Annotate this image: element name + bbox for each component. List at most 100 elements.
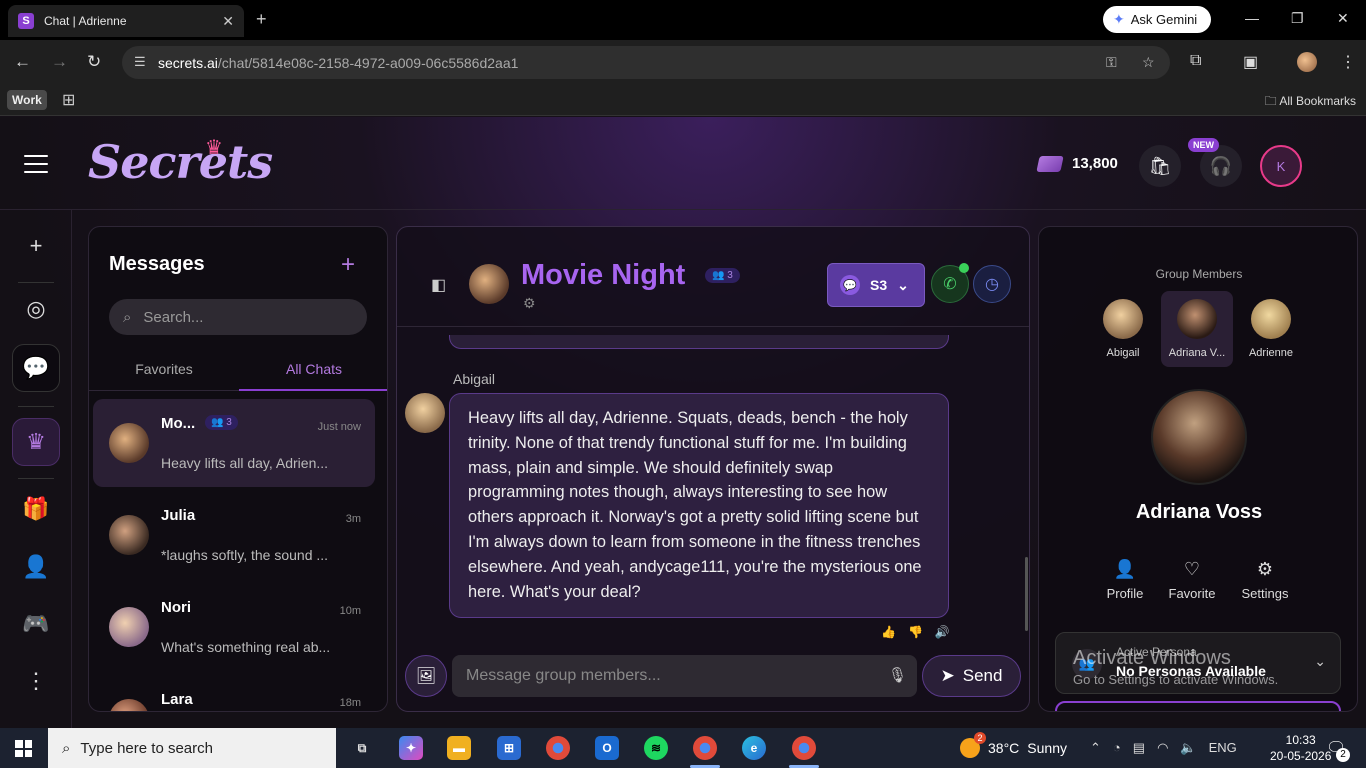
- back-icon[interactable]: ←: [14, 52, 31, 72]
- taskbar-search[interactable]: ⌕ Type here to search: [48, 728, 336, 768]
- favorite-button[interactable]: ♡ Favorite: [1157, 559, 1227, 601]
- close-window-icon[interactable]: ✕: [1337, 10, 1349, 27]
- tab-favorites[interactable]: Favorites: [89, 361, 239, 377]
- show-hidden-icon[interactable]: ⌃: [1090, 740, 1101, 756]
- send-button[interactable]: ➤ Send: [922, 655, 1021, 697]
- edge-icon[interactable]: e: [742, 736, 766, 760]
- workspace-label[interactable]: Work: [7, 90, 47, 110]
- chat-list-item[interactable]: Julia 3m *laughs softly, the sound ...: [93, 491, 375, 579]
- url-bar[interactable]: ☰ secrets.ai/chat/5814e08c-2158-4972-a00…: [122, 46, 1170, 79]
- message-input[interactable]: Message group members... 🎙: [452, 655, 917, 697]
- close-tab-icon[interactable]: ✕: [222, 13, 234, 30]
- chrome-active-icon[interactable]: [792, 736, 816, 760]
- gem-icon: [1036, 155, 1064, 172]
- chat-preview: *laughs softly, the sound ...: [161, 547, 329, 563]
- network-status-icon[interactable]: ◔: [1113, 740, 1121, 756]
- extensions-icon[interactable]: ⧉: [1190, 52, 1201, 70]
- gift-icon[interactable]: 🎁: [12, 485, 60, 533]
- spotify-icon[interactable]: ≋: [644, 736, 668, 760]
- language-label[interactable]: ENG: [1209, 740, 1237, 756]
- user-avatar[interactable]: K: [1260, 145, 1302, 187]
- explore-compass-icon[interactable]: ◎: [12, 285, 60, 333]
- shopping-bag-icon: 🛍: [1148, 155, 1172, 176]
- all-bookmarks-link[interactable]: 🗀 All Bookmarks: [1265, 92, 1356, 113]
- chat-scrollbar[interactable]: [1025, 557, 1028, 631]
- more-vertical-icon[interactable]: ⋮: [12, 657, 60, 705]
- character-avatar[interactable]: [1151, 389, 1247, 485]
- outlook-icon[interactable]: O: [595, 736, 619, 760]
- search-placeholder: Search...: [143, 308, 204, 326]
- collapse-sidebar-icon[interactable]: ◧: [431, 275, 446, 295]
- microphone-icon[interactable]: 🎙: [888, 666, 907, 684]
- profile-button[interactable]: 👤 Profile: [1090, 559, 1160, 601]
- new-tab-icon[interactable]: +: [256, 9, 267, 30]
- gamepad-icon[interactable]: 🎮: [12, 600, 60, 648]
- browser-menu-icon[interactable]: ⋮: [1340, 52, 1356, 72]
- group-avatar[interactable]: [469, 264, 509, 304]
- thumbs-down-icon[interactable]: 👎: [908, 625, 923, 639]
- bookmarks-bar: Work ⊞ 🗀 All Bookmarks: [0, 84, 1366, 116]
- site-info-icon[interactable]: ☰: [134, 54, 146, 70]
- store-icon[interactable]: ⊞: [497, 736, 521, 760]
- user-profile-icon[interactable]: 👤: [12, 543, 60, 591]
- group-settings-gear-icon[interactable]: ⚙: [523, 295, 536, 312]
- character-name: Adriana Voss: [1135, 501, 1263, 523]
- file-explorer-icon[interactable]: ▬: [447, 736, 471, 760]
- coin-balance[interactable]: 13,800: [1036, 155, 1118, 172]
- address-toolbar: ← → ↻ ☰ secrets.ai/chat/5814e08c-2158-49…: [0, 40, 1366, 84]
- active-persona-select[interactable]: 👥 Active Persona No Personas Available ⌄: [1055, 632, 1341, 694]
- rail-divider: [18, 478, 54, 479]
- browser-profile-avatar[interactable]: [1297, 52, 1317, 72]
- chat-preview: Heavy lifts all day, Adrien...: [161, 455, 329, 471]
- notification-count: 2: [1336, 748, 1350, 762]
- chat-list-item[interactable]: Nori 10m What's something real ab...: [93, 583, 375, 671]
- premium-crown-icon[interactable]: ♛: [12, 418, 60, 466]
- member-abigail[interactable]: Abigail: [1087, 291, 1159, 367]
- restore-icon[interactable]: ❐: [1291, 10, 1304, 27]
- member-avatar: [1251, 299, 1291, 339]
- windows-start-icon[interactable]: [15, 740, 32, 757]
- browser-tab[interactable]: S Chat | Adrienne ✕: [8, 5, 244, 37]
- thumbs-up-icon[interactable]: 👍: [881, 625, 896, 639]
- wifi-icon[interactable]: ◠: [1157, 740, 1168, 756]
- copilot-icon[interactable]: ✦: [399, 736, 423, 760]
- taskbar-clock[interactable]: 10:33 20-05-2026: [1270, 732, 1331, 764]
- weather-widget[interactable]: 2 38°C Sunny: [960, 732, 1067, 758]
- chrome-icon[interactable]: [546, 736, 570, 760]
- image-upload-button[interactable]: 🖼: [405, 655, 447, 697]
- minimize-icon[interactable]: —: [1245, 10, 1259, 26]
- shop-bag-button[interactable]: 🛍: [1139, 145, 1181, 187]
- panel-bottom-button[interactable]: [1055, 701, 1341, 711]
- ask-gemini-button[interactable]: ✦ Ask Gemini: [1103, 6, 1211, 33]
- settings-button[interactable]: ⚙ Settings: [1230, 559, 1300, 601]
- password-key-icon[interactable]: ⚿: [1106, 54, 1117, 71]
- chrome-profile-icon[interactable]: [693, 736, 717, 760]
- speaker-icon[interactable]: 🔊: [935, 625, 950, 639]
- chat-bubble-icon: 💬: [840, 275, 860, 295]
- message-placeholder: Message group members...: [466, 667, 661, 684]
- reload-icon[interactable]: ↻: [87, 52, 101, 72]
- meet-icon[interactable]: ▤: [1133, 740, 1145, 756]
- sender-avatar[interactable]: [405, 393, 445, 433]
- messages-title: Messages: [109, 253, 205, 275]
- task-view-icon[interactable]: ⧉: [350, 736, 374, 760]
- bookmark-star-icon[interactable]: ☆: [1142, 54, 1155, 71]
- member-adrienne[interactable]: Adrienne: [1235, 291, 1307, 367]
- new-chat-icon[interactable]: +: [12, 222, 60, 270]
- chat-bubble-icon[interactable]: 💬: [12, 344, 60, 392]
- hamburger-menu-icon[interactable]: [24, 155, 48, 173]
- chat-search-input[interactable]: ⌕ Search...: [109, 299, 367, 335]
- timer-button[interactable]: ◷: [973, 265, 1011, 303]
- model-selector[interactable]: 💬 S3 ⌄: [827, 263, 925, 307]
- secrets-logo[interactable]: Secrets: [88, 135, 273, 189]
- chat-list-item[interactable]: Lara 18m: [93, 675, 375, 711]
- tab-all-chats[interactable]: All Chats: [239, 361, 387, 391]
- clock-time: 10:33: [1285, 733, 1316, 747]
- chat-list-item[interactable]: Mo... 👥 3 Just now Heavy lifts all day, …: [93, 399, 375, 487]
- forward-icon[interactable]: →: [51, 52, 68, 72]
- apps-grid-icon[interactable]: ⊞: [62, 90, 75, 110]
- add-chat-icon[interactable]: +: [341, 251, 355, 279]
- member-adriana[interactable]: Adriana V...: [1161, 291, 1233, 367]
- volume-icon[interactable]: 🔈: [1180, 740, 1196, 756]
- tab-search-icon[interactable]: ▣: [1243, 52, 1258, 72]
